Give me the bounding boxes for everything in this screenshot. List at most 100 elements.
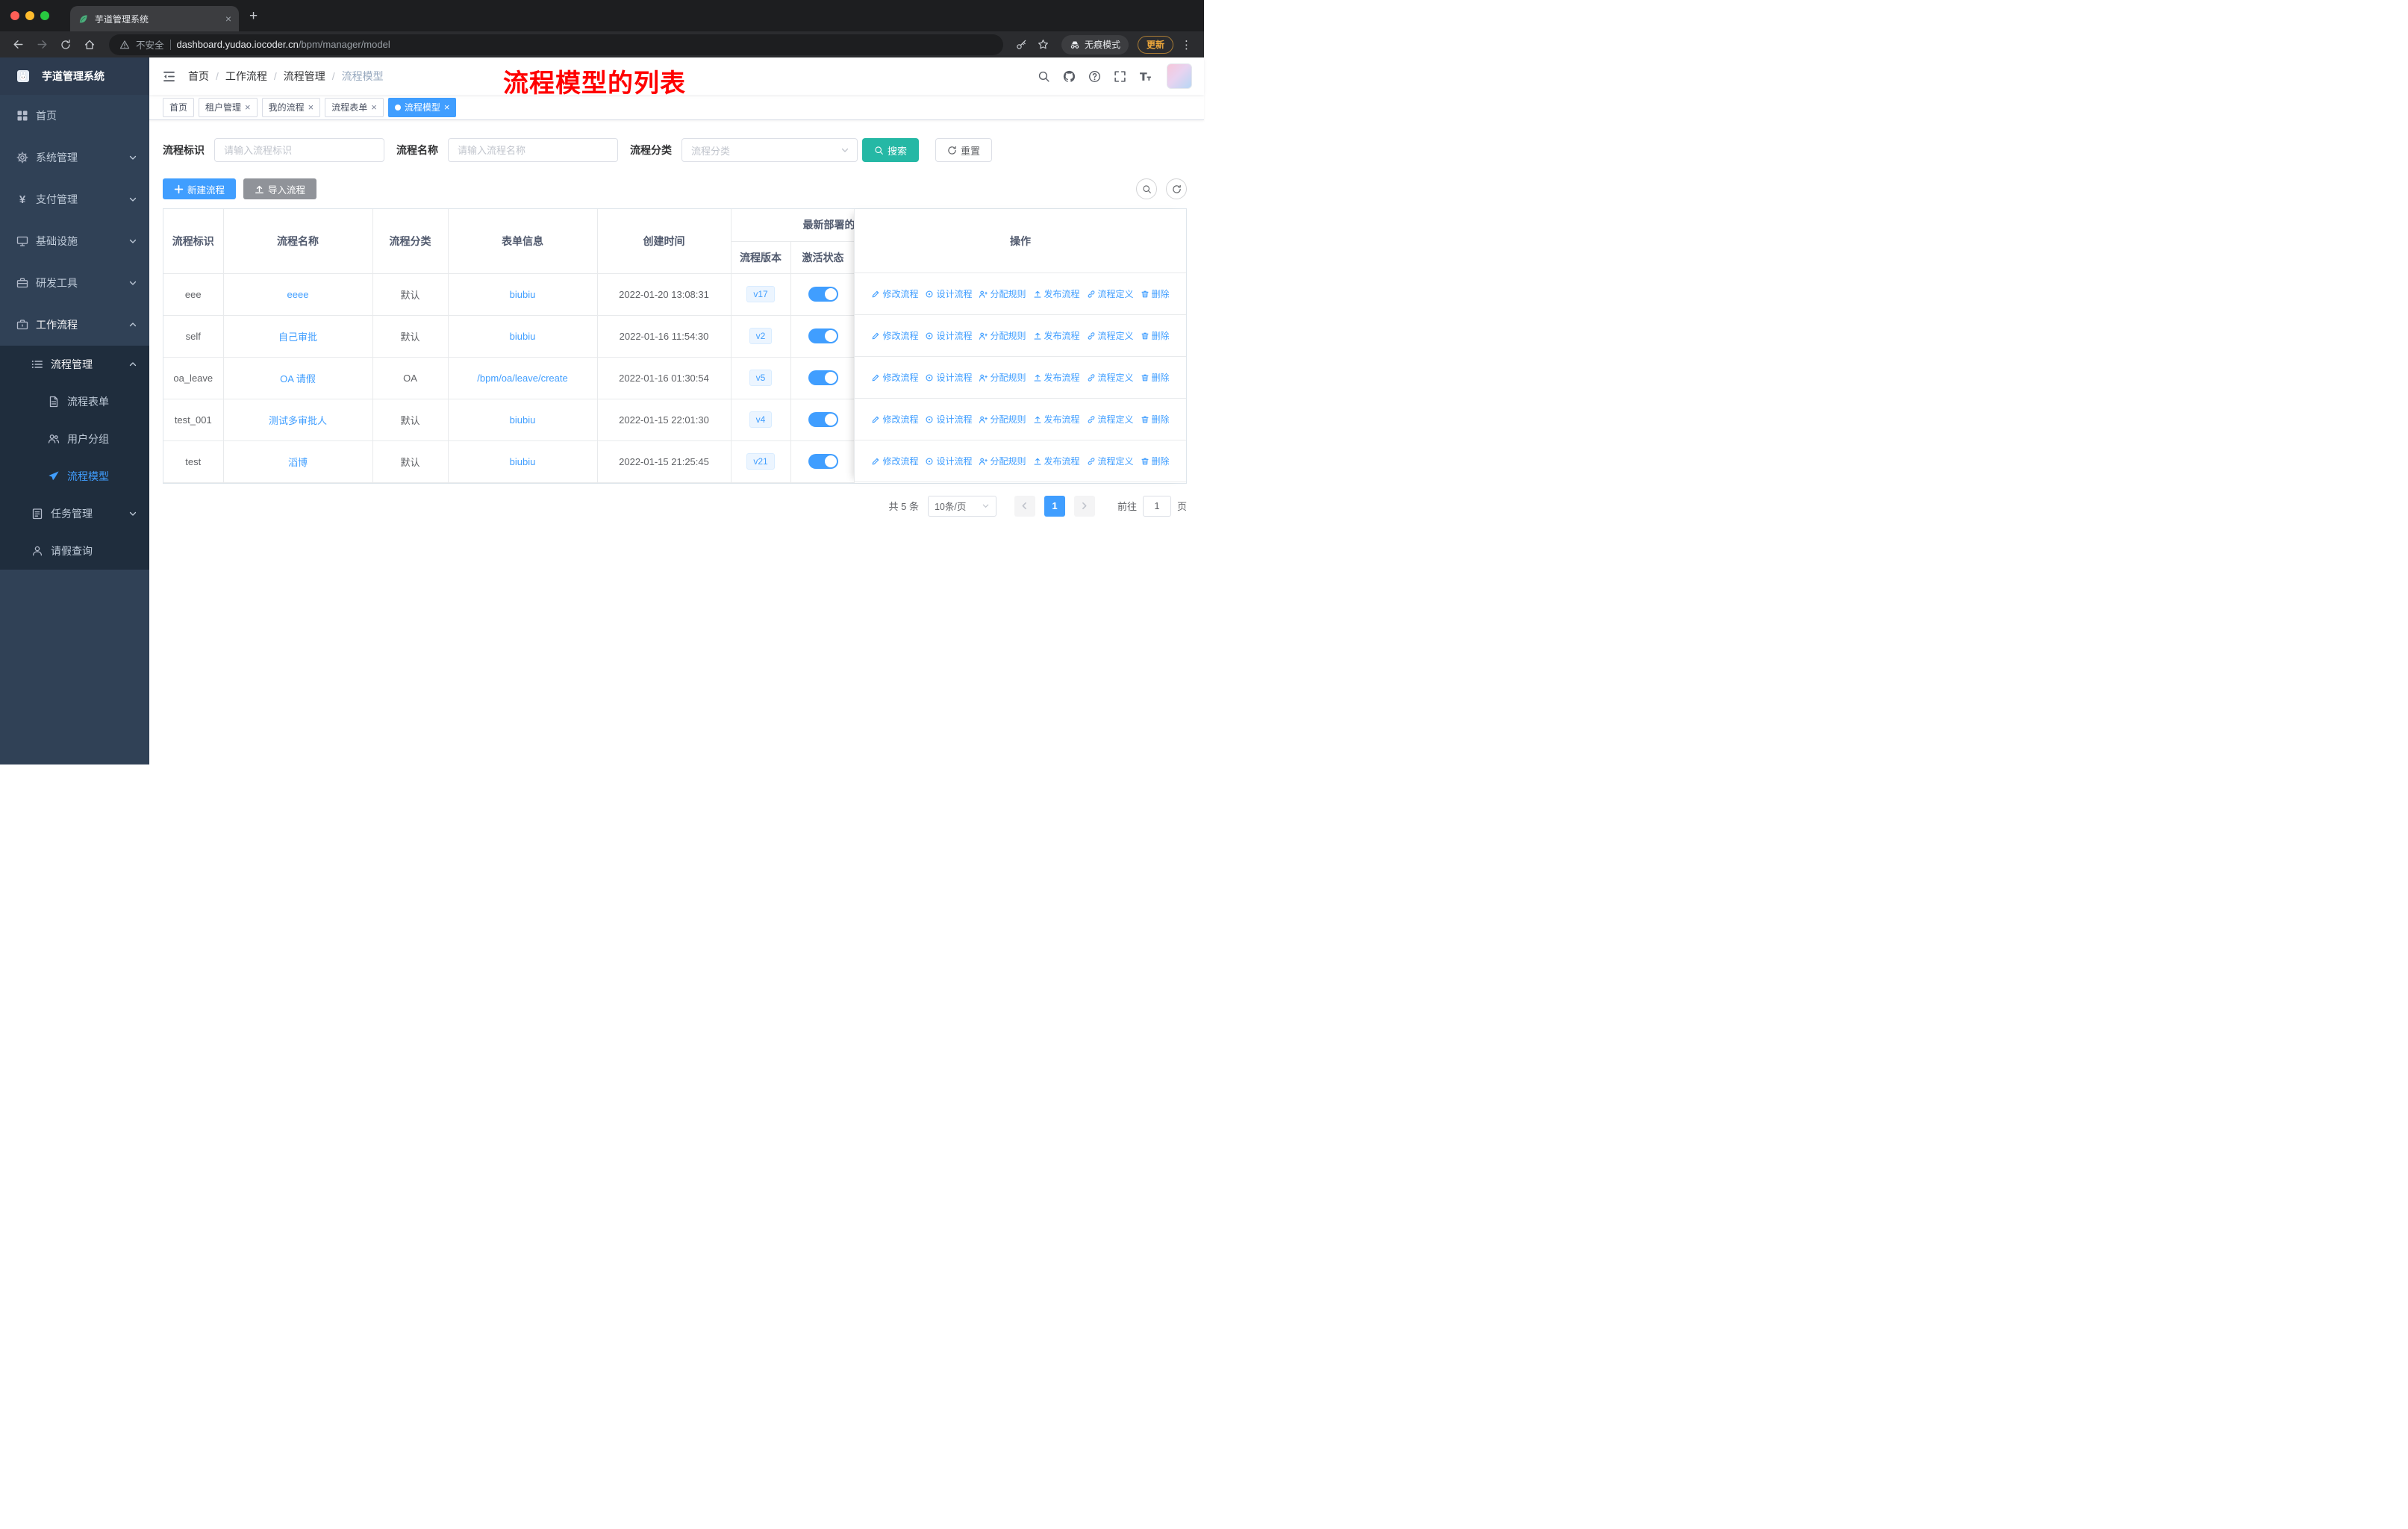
font-size-icon[interactable] (1138, 70, 1152, 83)
delete-process-link[interactable]: 删除 (1141, 329, 1170, 342)
assign-rule-link[interactable]: 分配规则 (979, 371, 1026, 384)
back-icon[interactable] (7, 34, 28, 55)
sidebar-toggle-button[interactable] (162, 69, 176, 84)
page-number-button[interactable]: 1 (1044, 495, 1065, 517)
sidebar-item-system[interactable]: 系统管理 (0, 137, 149, 178)
reset-button[interactable]: 重置 (935, 138, 993, 162)
tag-租户管理[interactable]: 租户管理 × (199, 97, 258, 117)
publish-process-link[interactable]: 发布流程 (1033, 287, 1080, 300)
form-info-link[interactable]: biubiu (510, 289, 536, 300)
design-process-link[interactable]: 设计流程 (925, 413, 972, 426)
toggle-search-button[interactable] (1136, 178, 1157, 199)
breadcrumb-item[interactable]: 流程管理 (284, 69, 325, 84)
sidebar-item-user-group[interactable]: 用户分组 (0, 420, 149, 458)
browser-menu-icon[interactable]: ⋮ (1181, 38, 1192, 52)
publish-process-link[interactable]: 发布流程 (1033, 455, 1080, 467)
breadcrumb-item[interactable]: 工作流程 (225, 69, 267, 84)
refresh-table-button[interactable] (1166, 178, 1187, 199)
home-icon[interactable] (79, 34, 100, 55)
sidebar-item-workflow[interactable]: 工作流程 (0, 304, 149, 346)
help-icon[interactable] (1088, 70, 1101, 83)
delete-process-link[interactable]: 删除 (1141, 371, 1170, 384)
assign-rule-link[interactable]: 分配规则 (979, 329, 1026, 342)
design-process-link[interactable]: 设计流程 (925, 287, 972, 300)
star-icon[interactable] (1038, 39, 1049, 50)
edit-process-link[interactable]: 修改流程 (871, 455, 918, 467)
process-name-link[interactable]: eeee (287, 289, 309, 300)
version-badge[interactable]: v2 (749, 327, 773, 345)
new-tab-button[interactable]: + (249, 9, 258, 23)
version-badge[interactable]: v4 (749, 411, 773, 429)
process-name-input[interactable] (448, 138, 618, 162)
form-info-link[interactable]: biubiu (510, 331, 536, 342)
version-badge[interactable]: v5 (749, 369, 773, 387)
goto-page-input[interactable]: 1 (1142, 495, 1171, 517)
minimize-window-button[interactable] (25, 11, 34, 20)
user-avatar[interactable] (1167, 63, 1192, 89)
tag-流程模型[interactable]: 流程模型 × (387, 97, 457, 117)
tag-close-icon[interactable]: × (444, 102, 450, 112)
github-icon[interactable] (1062, 70, 1076, 83)
assign-rule-link[interactable]: 分配规则 (979, 287, 1026, 300)
process-definition-link[interactable]: 流程定义 (1087, 455, 1134, 467)
search-icon[interactable] (1037, 70, 1050, 83)
close-window-button[interactable] (10, 11, 19, 20)
version-badge[interactable]: v21 (746, 452, 775, 470)
tag-流程表单[interactable]: 流程表单 × (325, 97, 384, 117)
active-status-toggle[interactable] (808, 287, 838, 302)
sidebar-item-infrastructure[interactable]: 基础设施 (0, 220, 149, 262)
zoom-window-button[interactable] (40, 11, 49, 20)
sidebar-item-home[interactable]: 首页 (0, 95, 149, 137)
publish-process-link[interactable]: 发布流程 (1033, 413, 1080, 426)
sidebar-item-task-management[interactable]: 任务管理 (0, 495, 149, 532)
create-process-button[interactable]: 新建流程 (163, 178, 237, 199)
active-status-toggle[interactable] (808, 328, 838, 343)
process-category-select[interactable]: 流程分类 (681, 138, 858, 162)
active-status-toggle[interactable] (808, 454, 838, 469)
publish-process-link[interactable]: 发布流程 (1033, 329, 1080, 342)
design-process-link[interactable]: 设计流程 (925, 329, 972, 342)
form-info-link[interactable]: biubiu (510, 456, 536, 467)
tab-close-icon[interactable]: × (225, 13, 231, 25)
process-definition-link[interactable]: 流程定义 (1087, 413, 1134, 426)
browser-update-button[interactable]: 更新 (1137, 35, 1173, 54)
address-bar[interactable]: 不安全 dashboard.yudao.iocoder.cn/bpm/manag… (109, 34, 1003, 55)
sidebar-item-process-model[interactable]: 流程模型 (0, 458, 149, 495)
sidebar-item-process-form[interactable]: 流程表单 (0, 383, 149, 420)
tag-close-icon[interactable]: × (371, 102, 377, 112)
design-process-link[interactable]: 设计流程 (925, 371, 972, 384)
process-name-link[interactable]: 自己审批 (278, 331, 317, 343)
process-definition-link[interactable]: 流程定义 (1087, 287, 1134, 300)
tag-close-icon[interactable]: × (308, 102, 314, 112)
sidebar-item-devtools[interactable]: 研发工具 (0, 262, 149, 304)
process-name-link[interactable]: 滔博 (288, 457, 308, 468)
edit-process-link[interactable]: 修改流程 (871, 413, 918, 426)
form-info-link[interactable]: biubiu (510, 414, 536, 426)
import-process-button[interactable]: 导入流程 (243, 178, 317, 199)
app-logo[interactable]: 芋道管理系统 (0, 57, 149, 95)
process-definition-link[interactable]: 流程定义 (1087, 329, 1134, 342)
active-status-toggle[interactable] (808, 412, 838, 427)
process-name-link[interactable]: OA 请假 (280, 373, 316, 384)
search-button[interactable]: 搜索 (862, 138, 920, 162)
delete-process-link[interactable]: 删除 (1141, 455, 1170, 467)
publish-process-link[interactable]: 发布流程 (1033, 371, 1080, 384)
forward-icon[interactable] (31, 34, 52, 55)
process-id-input[interactable] (214, 138, 384, 162)
fullscreen-icon[interactable] (1113, 70, 1126, 83)
edit-process-link[interactable]: 修改流程 (871, 329, 918, 342)
process-definition-link[interactable]: 流程定义 (1087, 371, 1134, 384)
version-badge[interactable]: v17 (746, 285, 775, 303)
delete-process-link[interactable]: 删除 (1141, 413, 1170, 426)
tag-首页[interactable]: 首页 (163, 97, 195, 117)
reload-icon[interactable] (55, 34, 76, 55)
sidebar-item-payment[interactable]: ¥ 支付管理 (0, 178, 149, 220)
edit-process-link[interactable]: 修改流程 (871, 371, 918, 384)
prev-page-button[interactable] (1014, 495, 1035, 517)
breadcrumb-item[interactable]: 首页 (188, 69, 209, 84)
sidebar-item-process-management[interactable]: 流程管理 (0, 346, 149, 383)
active-status-toggle[interactable] (808, 370, 838, 385)
tag-我的流程[interactable]: 我的流程 × (261, 97, 321, 117)
sidebar-item-leave-query[interactable]: 请假查询 (0, 532, 149, 570)
page-size-select[interactable]: 10条/页 (927, 495, 996, 517)
